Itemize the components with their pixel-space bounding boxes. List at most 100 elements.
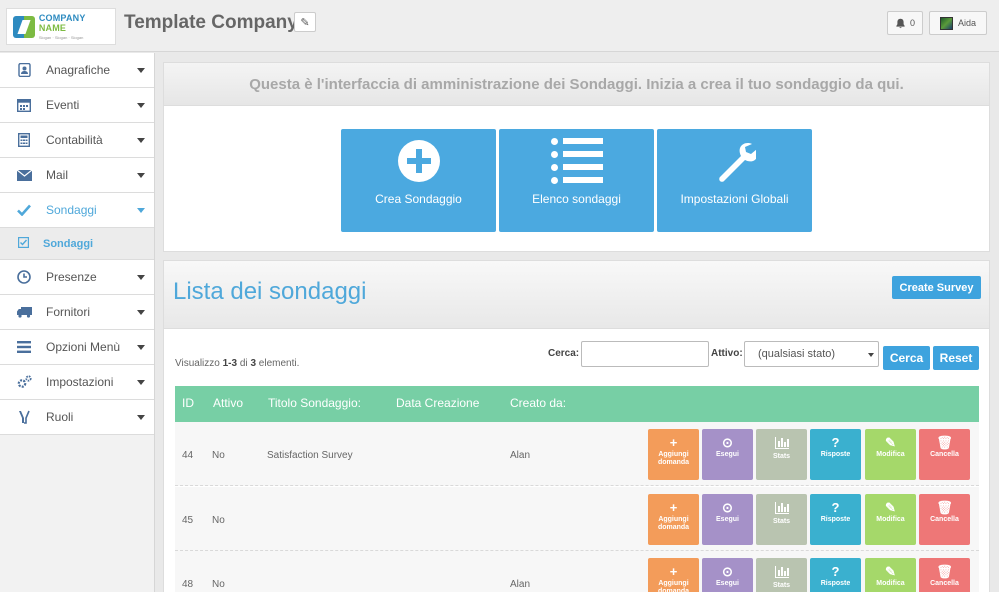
caret-down-icon [137, 208, 145, 213]
caret-down-icon [137, 415, 145, 420]
edit-survey-button[interactable]: ✎ Modifica [865, 558, 916, 592]
caret-down-icon [137, 310, 145, 315]
play-circle-icon: ⊙ [722, 500, 733, 515]
sidebar-item-ruoli[interactable]: Ruoli [0, 400, 154, 435]
sidebar-item-presenze[interactable]: Presenze [0, 260, 154, 295]
cell-active: No [212, 450, 225, 461]
tile-label: Impostazioni Globali [680, 192, 789, 206]
delete-survey-button[interactable]: 🗑 Cancella [919, 429, 970, 480]
logo-mark-icon [13, 15, 35, 38]
create-survey-tile[interactable]: Crea Sondaggio [341, 129, 496, 232]
caret-down-icon [137, 103, 145, 108]
run-survey-button[interactable]: ⊙ Esegui [702, 429, 753, 480]
address-book-icon [16, 62, 32, 78]
sidebar-item-sondaggi[interactable]: Sondaggi [0, 193, 154, 228]
column-header[interactable]: Data Creazione [396, 396, 479, 410]
edit-title-button[interactable]: ✎ [294, 12, 316, 32]
clock-icon [16, 269, 32, 285]
sidebar-item-fornitori[interactable]: Fornitori [0, 295, 154, 330]
cell-author: Alan [510, 579, 531, 590]
answers-button[interactable]: ? Risposte [810, 494, 861, 545]
table-header: ID Attivo Titolo Sondaggio: Data Creazio… [175, 386, 979, 422]
logo-name-2: NAME [38, 23, 67, 33]
logo-name-1: COMPANY [38, 13, 86, 23]
sidebar-item-label: Presenze [46, 270, 97, 284]
bar-chart-icon [774, 566, 789, 578]
stats-button[interactable]: Stats [756, 558, 807, 592]
play-circle-icon: ⊙ [722, 435, 733, 450]
sidebar-item-impostazioni[interactable]: Impostazioni [0, 365, 154, 400]
caret-down-icon [137, 173, 145, 178]
user-menu-button[interactable]: Aida [929, 11, 987, 35]
delete-survey-button[interactable]: 🗑 Cancella [919, 494, 970, 545]
edit-survey-button[interactable]: ✎ Modifica [865, 429, 916, 480]
create-survey-button[interactable]: Create Survey [892, 276, 981, 299]
column-header[interactable]: Attivo [213, 396, 243, 410]
tile-label: Elenco sondaggi [532, 192, 621, 206]
column-header[interactable]: Titolo Sondaggio: [268, 396, 361, 410]
company-logo[interactable]: COMPANY NAME Slogan · Slogan · Slogan [6, 8, 116, 45]
search-input[interactable] [581, 341, 709, 367]
sidebar-item-contabilita[interactable]: Contabilità [0, 123, 154, 158]
edit-survey-button[interactable]: ✎ Modifica [865, 494, 916, 545]
sidebar-item-anagrafiche[interactable]: Anagrafiche [0, 53, 154, 88]
gears-icon [16, 374, 32, 390]
caret-down-icon [137, 275, 145, 280]
run-survey-button[interactable]: ⊙ Esegui [702, 558, 753, 592]
column-header[interactable]: ID [182, 396, 194, 410]
calculator-icon [16, 132, 32, 148]
add-question-button[interactable]: + Aggiungi domanda [648, 494, 699, 545]
reset-button[interactable]: Reset [933, 346, 979, 370]
sidebar-item-label: Sondaggi [46, 203, 97, 217]
sidebar-item-label: Opzioni Menù [46, 340, 121, 354]
answers-button[interactable]: ? Risposte [810, 558, 861, 592]
sidebar-item-eventi[interactable]: Eventi [0, 88, 154, 123]
active-filter-select[interactable]: (qualsiasi stato) [744, 341, 879, 367]
active-filter-label: Attivo: [711, 348, 743, 359]
run-survey-button[interactable]: ⊙ Esegui [702, 494, 753, 545]
list-title: Lista dei sondaggi [173, 278, 367, 305]
search-label: Cerca: [548, 348, 580, 359]
truck-icon [16, 304, 32, 320]
stats-button[interactable]: Stats [756, 494, 807, 545]
add-question-button[interactable]: + Aggiungi domanda [648, 558, 699, 592]
caret-down-icon [868, 353, 874, 357]
cell-author: Alan [510, 450, 531, 461]
plus-icon: + [669, 564, 678, 579]
add-question-button[interactable]: + Aggiungi domanda [648, 429, 699, 480]
trash-icon: 🗑 [936, 500, 953, 515]
search-button[interactable]: Cerca [883, 346, 930, 370]
avatar [939, 16, 953, 30]
global-settings-tile[interactable]: Impostazioni Globali [657, 129, 812, 232]
wrench-icon [718, 143, 756, 182]
sidebar-item-label: Contabilità [46, 133, 103, 147]
list-icon [550, 138, 603, 184]
question-icon: ? [831, 435, 840, 450]
sidebar-subitem-sondaggi[interactable]: Sondaggi [0, 228, 154, 260]
user-name: Aida [957, 18, 976, 28]
bar-chart-icon [774, 437, 789, 449]
sidebar-item-label: Impostazioni [46, 375, 114, 389]
plus-icon: + [669, 435, 678, 450]
results-counter: Visualizzo 1-3 di 3 elementi. [175, 358, 300, 369]
question-icon: ? [831, 564, 840, 579]
answers-button[interactable]: ? Risposte [810, 429, 861, 480]
notifications-button[interactable]: 0 [887, 11, 923, 35]
survey-list-tile[interactable]: Elenco sondaggi [499, 129, 654, 232]
sidebar-item-mail[interactable]: Mail [0, 158, 154, 193]
plus-circle-icon [397, 140, 440, 182]
sidebar-subitem-label: Sondaggi [43, 237, 94, 250]
table-row: 45 No + Aggiungi domanda ⊙ Esegui Stats ? Ri… [175, 487, 979, 551]
top-header: COMPANY NAME Slogan · Slogan · Slogan Te… [0, 0, 999, 52]
column-header[interactable]: Creato da: [510, 396, 566, 410]
caret-down-icon [137, 68, 145, 73]
intro-panel: Questa è l'interfaccia di amministrazion… [163, 62, 990, 252]
sidebar-item-label: Eventi [46, 98, 80, 112]
delete-survey-button[interactable]: 🗑 Cancella [919, 558, 970, 592]
stats-button[interactable]: Stats [756, 429, 807, 480]
pencil-icon: ✎ [885, 564, 896, 579]
sidebar-item-opzioni-menu[interactable]: Opzioni Menù [0, 330, 154, 365]
pencil-icon: ✎ [885, 500, 896, 515]
trash-icon: 🗑 [936, 564, 953, 579]
table-row: 44 No Satisfaction Survey Alan + Aggiungi… [175, 422, 979, 486]
